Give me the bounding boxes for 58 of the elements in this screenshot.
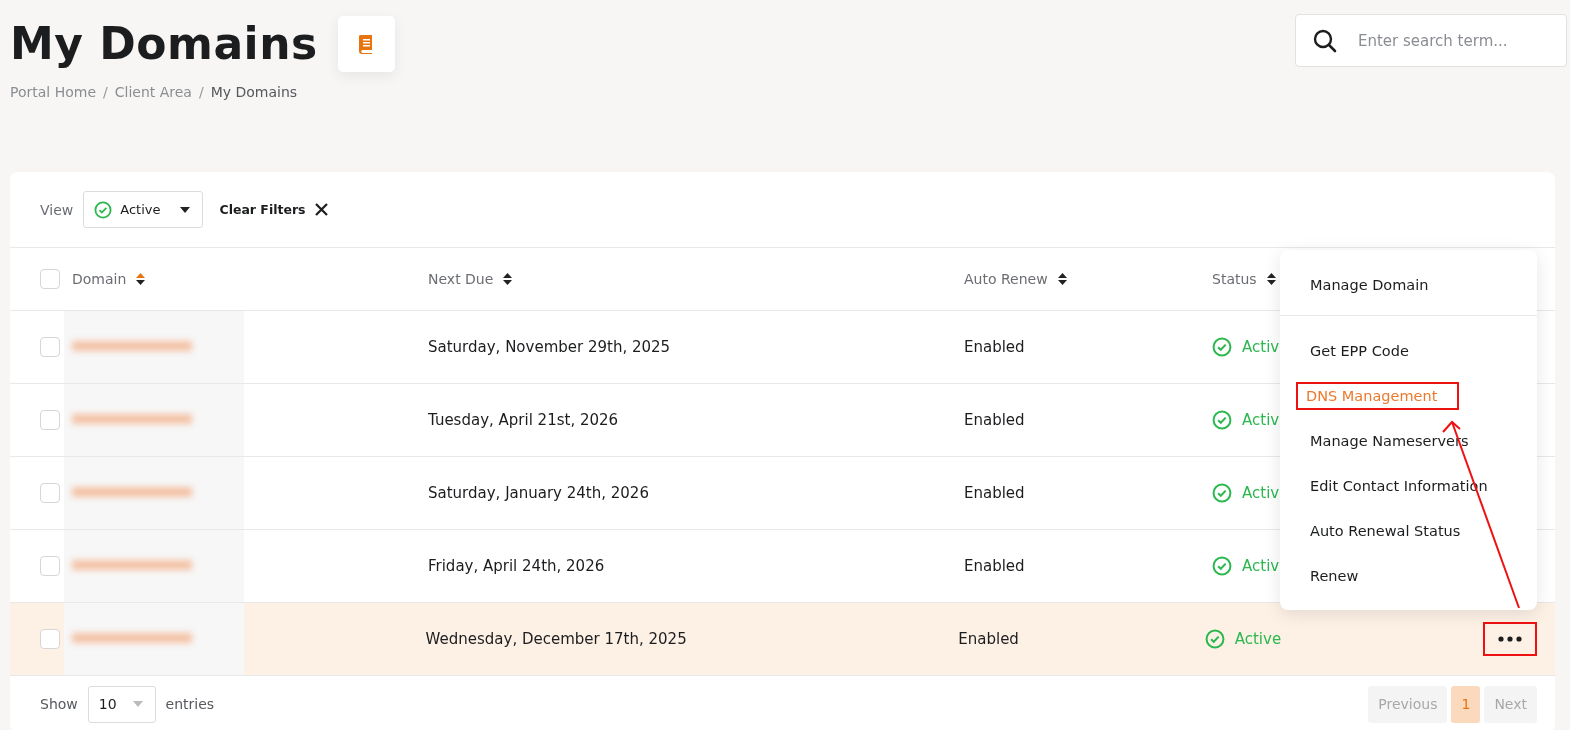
- sort-icon[interactable]: [1057, 272, 1067, 286]
- check-circle-icon: [94, 200, 113, 219]
- check-circle-icon: [1204, 629, 1225, 649]
- column-header[interactable]: Next Due: [428, 271, 494, 287]
- check-circle-icon: [1212, 483, 1232, 503]
- table-cell: Enabled: [964, 557, 1025, 575]
- clear-filters-button[interactable]: Clear Filters: [219, 202, 328, 217]
- caret-icon: [180, 206, 191, 213]
- search-icon: [1313, 29, 1337, 53]
- more-actions-button[interactable]: [1483, 622, 1537, 656]
- table-cell: Saturday, November 29th, 2025: [428, 338, 671, 356]
- row-checkbox[interactable]: [40, 483, 60, 503]
- breadcrumb-current: My Domains: [210, 84, 298, 100]
- table-cell: Enabled: [964, 411, 1025, 429]
- menu-item[interactable]: Get EPP Code: [1310, 342, 1409, 359]
- sort-icon[interactable]: [503, 272, 513, 286]
- table-row-highlighted[interactable]: Wednesday, December 17th, 2025 Enabled Active: [10, 603, 1555, 676]
- table-cell: Enabled: [964, 338, 1025, 356]
- select-all-checkbox[interactable]: [40, 269, 60, 289]
- sort-icon[interactable]: [1266, 272, 1276, 286]
- view-dropdown[interactable]: Active: [83, 191, 204, 228]
- more-icon: [1498, 636, 1522, 642]
- book-icon: [358, 34, 375, 54]
- row-checkbox[interactable]: [40, 556, 60, 576]
- status-text: Activ: [1242, 484, 1280, 502]
- docs-button[interactable]: [337, 16, 395, 72]
- row-checkbox[interactable]: [40, 629, 60, 649]
- menu-item[interactable]: Renew: [1310, 567, 1359, 584]
- search-field[interactable]: Enter search term...: [1295, 14, 1567, 67]
- breadcrumb-separator: /: [103, 84, 108, 100]
- show-label: Show: [40, 696, 78, 712]
- caret-icon: [132, 701, 143, 707]
- status-text: Active: [1234, 630, 1282, 648]
- breadcrumb-separator: /: [198, 84, 204, 100]
- sort-icon[interactable]: [136, 272, 146, 286]
- table-cell: Saturday, January 24th, 2026: [428, 484, 649, 502]
- row-checkbox[interactable]: [40, 410, 60, 430]
- page-title: My Domains: [10, 17, 318, 71]
- table-cell: Enabled: [958, 630, 1019, 648]
- page-size-dropdown[interactable]: 10: [87, 685, 156, 723]
- table-cell: Wednesday, December 17th, 2025: [425, 630, 687, 648]
- column-header[interactable]: Status: [1212, 271, 1257, 287]
- table-cell: Friday, April 24th, 2026: [428, 557, 605, 575]
- check-circle-icon: [1212, 556, 1232, 576]
- check-circle-icon: [1212, 410, 1232, 430]
- close-icon: [314, 203, 328, 216]
- status-text: Activ: [1242, 338, 1280, 356]
- row-checkbox[interactable]: [40, 337, 60, 357]
- column-header[interactable]: Domain: [72, 271, 127, 287]
- check-circle-icon: [1212, 337, 1232, 357]
- table-cell: Enabled: [964, 484, 1025, 502]
- menu-item[interactable]: Manage Domain: [1310, 276, 1429, 293]
- status-text: Activ: [1242, 411, 1280, 429]
- table-cell: Tuesday, April 21st, 2026: [428, 411, 619, 429]
- view-label: View: [40, 201, 74, 218]
- status-text: Activ: [1242, 557, 1280, 575]
- entries-label: entries: [165, 696, 215, 712]
- column-header[interactable]: Auto Renew: [964, 271, 1048, 287]
